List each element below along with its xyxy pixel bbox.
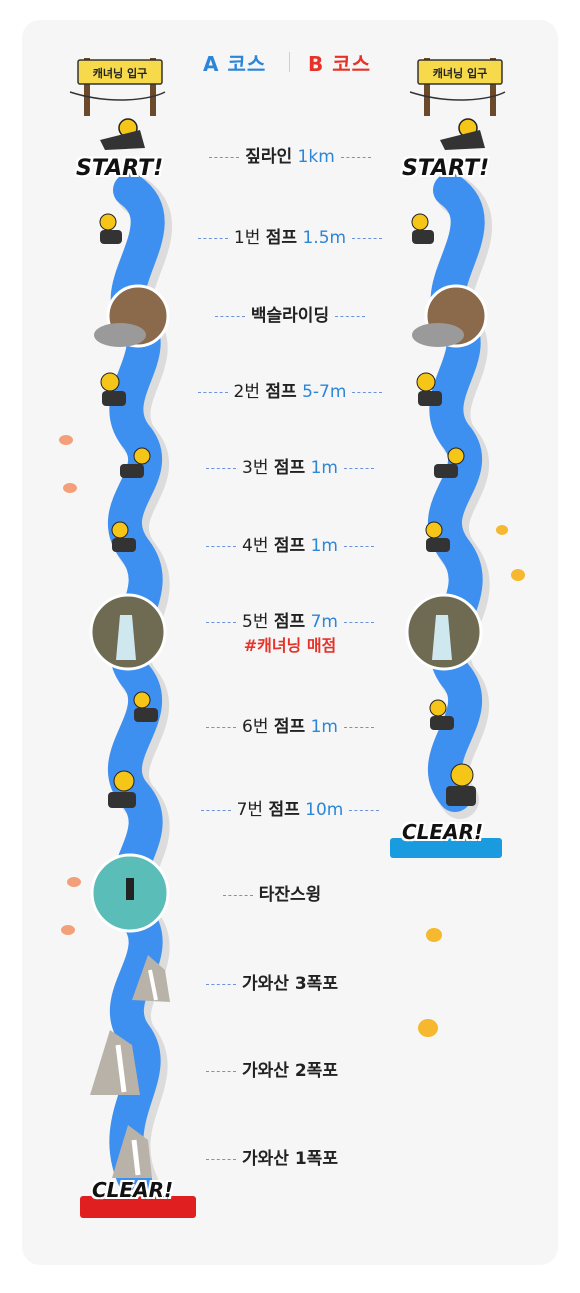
step-tarzan-swing: 타잔스윙	[170, 884, 410, 906]
clear-label-b: CLEAR!	[402, 820, 484, 844]
step-waterfall-1: 가와산 1폭포	[170, 1148, 410, 1170]
step-jump-2: 2번 점프 5-7m	[170, 381, 410, 403]
step-jump-6: 6번 점프 1m	[170, 716, 410, 738]
step-back-sliding: 백슬라이딩	[170, 305, 410, 327]
step-jump-4: 4번 점프 1m	[170, 535, 410, 557]
step-waterfall-2: 가와산 2폭포	[170, 1060, 410, 1082]
fish-icon	[59, 435, 81, 935]
step-jump-3: 3번 점프 1m	[170, 457, 410, 479]
title-divider	[289, 52, 290, 72]
course-a-title[interactable]: A 코스	[203, 48, 266, 77]
course-b-title[interactable]: B 코스	[308, 48, 371, 77]
canyoning-shop-note: #캐녀닝 매점	[243, 636, 337, 655]
step-jump-1: 1번 점프 1.5m	[170, 227, 410, 249]
dash-left	[209, 156, 240, 158]
step-zipline: 짚라인 1km	[170, 146, 410, 168]
step-jump-7: 7번 점프 10m	[170, 799, 410, 821]
river-b	[427, 173, 485, 812]
step-waterfall-3: 가와산 3폭포	[170, 973, 410, 995]
entrance-sign-label-a: 캐녀닝 입구	[92, 67, 148, 80]
entrance-sign-label-b: 캐녀닝 입구	[432, 67, 488, 80]
start-label-a: START!	[76, 156, 164, 181]
step-jump-5: 5번 점프 7m #캐녀닝 매점	[170, 611, 410, 657]
start-label-b: START!	[402, 156, 490, 181]
dash-right	[340, 156, 371, 158]
clear-label-a: CLEAR!	[92, 1178, 174, 1202]
